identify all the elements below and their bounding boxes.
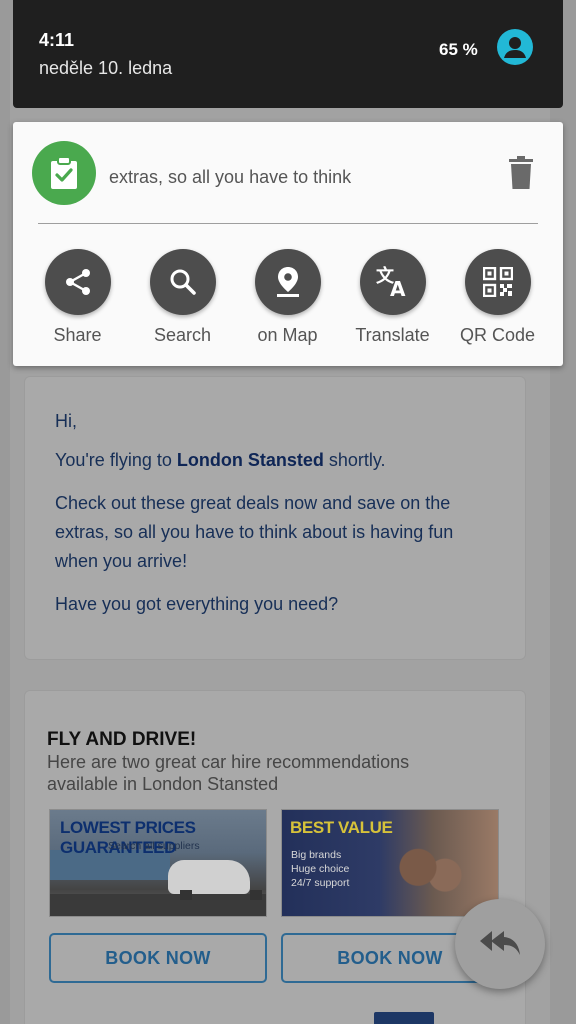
promo-card: FLY AND DRIVE! Here are two great car hi…	[24, 690, 526, 1024]
notification-header: 4:11 neděle 10. ledna 65 %	[13, 0, 563, 108]
svg-text:A: A	[390, 277, 406, 299]
banner-features: Big brands Huge choice 24/7 support	[291, 849, 350, 889]
email-greeting: Hi,	[55, 411, 77, 431]
qr-code-action[interactable]: QR Code	[445, 249, 550, 346]
share-icon	[44, 249, 111, 315]
map-action[interactable]: on Map	[235, 249, 340, 346]
battery-level: 65 %	[439, 40, 478, 59]
email-deals-text: Check out these great deals now and save…	[55, 493, 454, 571]
book-now-button[interactable]: BOOK NOW	[49, 933, 267, 983]
trash-icon[interactable]	[507, 156, 535, 190]
clipboard-actions-panel: extras, so all you have to think Share S…	[13, 122, 563, 366]
qr-code-icon	[464, 249, 531, 315]
email-flying-text: You're flying to London Stansted shortly…	[55, 450, 386, 470]
car-image	[168, 860, 262, 900]
reply-all-button[interactable]	[455, 899, 545, 989]
divider	[38, 223, 538, 224]
search-icon	[149, 249, 216, 315]
email-intro-card: Hi, You're flying to London Stansted sho…	[24, 376, 526, 660]
reply-all-icon	[480, 931, 520, 955]
search-action[interactable]: Search	[130, 249, 235, 346]
map-pin-icon	[254, 249, 321, 315]
promo-subtitle: Here are two great car hire recommendati…	[47, 752, 410, 794]
lowest-prices-banner[interactable]: LOWEST PRICES GUARANTEED Search all supp…	[49, 809, 267, 917]
status-date: neděle 10. ledna	[39, 58, 173, 78]
user-account-icon[interactable]	[497, 29, 533, 65]
best-value-banner[interactable]: BEST VALUE Big brands Huge choice 24/7 s…	[281, 809, 499, 917]
promo-title: FLY AND DRIVE!	[47, 729, 197, 750]
email-question-text: Have you got everything you need?	[55, 594, 339, 614]
translate-action[interactable]: 文 A Translate	[340, 249, 445, 346]
cut-off-text	[374, 1012, 434, 1024]
banner-headline: BEST VALUE	[290, 818, 393, 837]
action-row: Share Search on Map 文 A Translate QR Cod…	[13, 249, 563, 359]
clipboard-text[interactable]: extras, so all you have to think	[109, 167, 351, 188]
translate-label: Translate	[355, 325, 430, 345]
share-action[interactable]: Share	[25, 249, 130, 346]
people-in-car-image	[382, 840, 472, 916]
qr-code-label: QR Code	[459, 325, 536, 345]
share-label: Share	[53, 325, 102, 345]
clipboard-icon	[32, 141, 96, 205]
search-label: Search	[153, 325, 212, 345]
translate-icon: 文 A	[359, 249, 426, 315]
status-time: 4:11	[39, 30, 75, 50]
banner-subtext: Search all suppliers	[108, 840, 200, 852]
destination-name: London Stansted	[176, 450, 324, 470]
map-label: on Map	[257, 325, 318, 345]
